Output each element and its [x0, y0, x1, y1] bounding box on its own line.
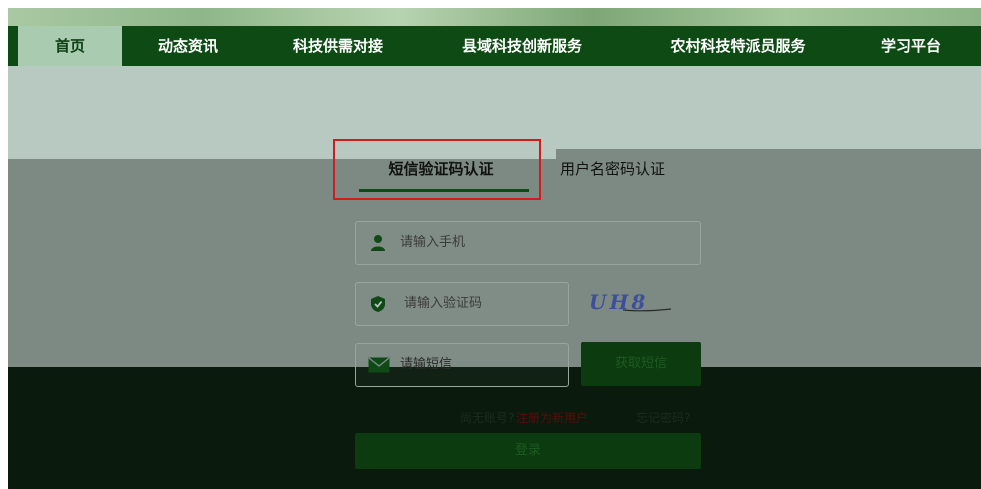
forgot-password-link[interactable]: 忘记密码? — [636, 409, 690, 426]
register-link[interactable]: 注册为新用户 — [516, 409, 588, 426]
sms-code-field[interactable]: 请输短信 — [355, 343, 569, 387]
phone-field[interactable]: 请输入手机 — [355, 221, 701, 265]
register-prefix: 尚无账号? — [460, 411, 515, 425]
phone-placeholder: 请输入手机 — [400, 235, 466, 250]
sms-placeholder: 请输短信 — [400, 357, 453, 372]
user-icon — [371, 235, 385, 251]
highlight-box — [333, 139, 541, 200]
login-button[interactable]: 登录 — [355, 433, 701, 469]
mail-icon — [368, 357, 390, 373]
nav-item-learning[interactable]: 学习平台 — [863, 26, 959, 66]
captcha-code-field[interactable]: 请输入验证码 — [355, 282, 569, 326]
login-page: 首页 动态资讯 科技供需对接 县域科技创新服务 农村科技特派员服务 学习平台 短… — [8, 8, 981, 489]
nav-item-news[interactable]: 动态资讯 — [142, 26, 234, 66]
nav-item-supply-demand[interactable]: 科技供需对接 — [278, 26, 398, 66]
banner-grass — [8, 8, 981, 26]
nav-item-county-innovation[interactable]: 县域科技创新服务 — [452, 26, 592, 66]
nav-item-rural-commissioner[interactable]: 农村科技特派员服务 — [658, 26, 818, 66]
get-sms-button[interactable]: 获取短信 — [581, 342, 701, 386]
nav-item-home[interactable]: 首页 — [18, 26, 122, 66]
tab-password-auth[interactable]: 用户名密码认证 — [560, 158, 665, 179]
captcha-image[interactable]: UH8 — [583, 285, 673, 319]
main-nav: 首页 动态资讯 科技供需对接 县域科技创新服务 农村科技特派员服务 学习平台 — [8, 26, 981, 66]
code-placeholder: 请输入验证码 — [404, 296, 483, 311]
shield-icon — [371, 296, 385, 312]
